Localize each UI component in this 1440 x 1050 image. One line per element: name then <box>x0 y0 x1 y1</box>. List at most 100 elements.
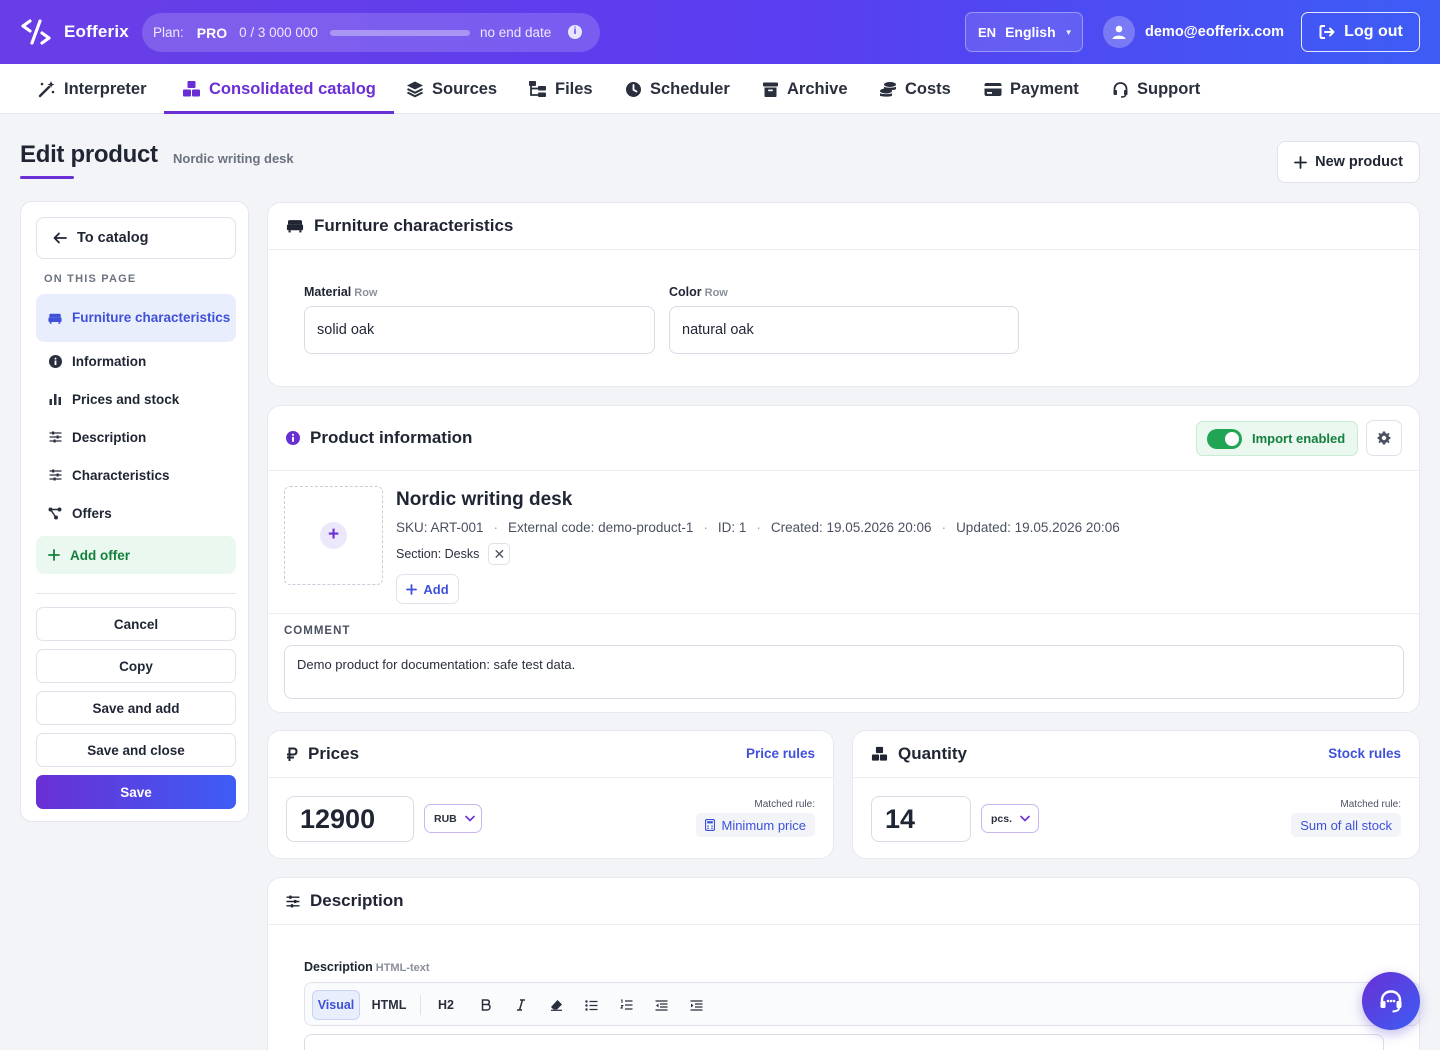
card-title: Prices <box>308 744 360 763</box>
add-offer-button[interactable]: Add offer <box>36 536 236 574</box>
info-icon[interactable]: i <box>568 25 582 39</box>
nav-item-files[interactable]: Files <box>528 64 593 114</box>
bold-button[interactable] <box>471 990 501 1020</box>
ruble-icon <box>286 747 298 762</box>
plan-usage-count: 0 / 3 000 000 <box>239 25 318 40</box>
product-updated: Updated: 19.05.2026 20:06 <box>956 520 1120 535</box>
matched-stock-rule[interactable]: Sum of all stock <box>1291 813 1401 837</box>
folder-tree-icon <box>528 80 547 98</box>
close-icon: ✕ <box>493 545 506 562</box>
sofa-icon <box>286 219 304 233</box>
plan-tier: PRO <box>196 24 228 41</box>
plan-usage-bar <box>329 29 470 36</box>
separator-dot: · <box>493 520 499 535</box>
currency-select[interactable]: RUB <box>424 804 482 833</box>
card-title: Product information <box>310 428 473 447</box>
to-catalog-label: To catalog <box>77 230 149 246</box>
save-and-add-button[interactable]: Save and add <box>36 691 236 725</box>
nav-item-sources[interactable]: Sources <box>406 64 497 114</box>
outdent-button[interactable] <box>646 990 676 1020</box>
sliders-icon <box>48 431 62 443</box>
section-label: Section: Desks <box>396 547 480 561</box>
sidebar-item-furniture-characteristics[interactable]: Furniture characteristics <box>36 294 236 342</box>
product-image-upload[interactable]: + <box>284 486 383 585</box>
indent-button[interactable] <box>681 990 711 1020</box>
toggle-switch[interactable] <box>1207 428 1242 449</box>
nav-item-scheduler[interactable]: Scheduler <box>625 64 730 114</box>
remove-section-button[interactable]: ✕ <box>488 543 511 565</box>
logout-button[interactable]: Log out <box>1301 12 1420 52</box>
sidebar-item-prices-and-stock[interactable]: Prices and stock <box>36 380 236 418</box>
nav-item-support[interactable]: Support <box>1112 64 1200 114</box>
comment-textarea[interactable]: Demo product for documentation: safe tes… <box>284 645 1404 699</box>
color-input[interactable]: natural oak <box>669 306 1019 354</box>
furniture-characteristics-card: Furniture characteristics Material Row so… <box>267 202 1420 387</box>
sidebar-item-information[interactable]: Information <box>36 342 236 380</box>
logout-icon <box>1318 23 1336 41</box>
new-product-label: New product <box>1315 154 1403 170</box>
support-chat-button[interactable] <box>1362 972 1420 1030</box>
language-selector[interactable]: EN English ▼ <box>965 12 1083 52</box>
gear-icon <box>1377 431 1391 445</box>
add-section-button[interactable]: Add <box>396 574 459 604</box>
on-this-page-heading: ON THIS PAGE <box>44 273 137 285</box>
sidebar-item-offers[interactable]: Offers <box>36 494 236 532</box>
separator-dot: · <box>703 520 708 535</box>
page-title: Edit product <box>20 141 158 168</box>
brand[interactable]: Eofferix <box>20 18 129 46</box>
main-nav: Interpreter Consolidated catalog Sources… <box>0 64 1440 114</box>
nav-item-costs[interactable]: Costs <box>879 64 951 114</box>
nav-label: Sources <box>432 79 498 98</box>
card-title: Furniture characteristics <box>314 216 514 235</box>
caret-down-icon: ▼ <box>1064 27 1073 37</box>
field-label-text: Color <box>669 285 702 299</box>
product-section: Section: Desks ✕ <box>396 543 511 565</box>
nav-item-payment[interactable]: Payment <box>984 64 1079 114</box>
user-email: demo@eofferix.com <box>1145 24 1285 40</box>
sidebar-item-description[interactable]: Description <box>36 418 236 456</box>
numbered-list-icon <box>619 999 633 1011</box>
field-label-text: Description <box>304 960 373 974</box>
new-product-button[interactable]: New product <box>1277 141 1420 183</box>
italic-button[interactable] <box>506 990 536 1020</box>
description-editor[interactable] <box>304 1034 1384 1050</box>
nav-item-interpreter[interactable]: Interpreter <box>38 64 147 114</box>
indent-icon <box>690 999 703 1011</box>
nav-item-consolidated-catalog[interactable]: Consolidated catalog <box>164 64 394 114</box>
user-menu[interactable]: demo@eofferix.com <box>1103 16 1284 48</box>
clear-format-button[interactable] <box>541 990 571 1020</box>
material-input[interactable]: solid oak <box>304 306 655 354</box>
coins-icon <box>879 81 897 98</box>
copy-button[interactable]: Copy <box>36 649 236 683</box>
plus-icon: + <box>320 522 347 549</box>
quantity-card: Quantity Stock rules 14 pcs. Matched rul… <box>852 730 1420 859</box>
cancel-button[interactable]: Cancel <box>36 607 236 641</box>
nav-item-archive[interactable]: Archive <box>762 64 848 114</box>
matched-price-rule[interactable]: Minimum price <box>696 813 815 837</box>
price-input[interactable]: 12900 <box>286 796 414 842</box>
product-meta: SKU: ART-001 · External code: demo-produ… <box>396 520 1120 535</box>
product-name: Nordic writing desk <box>396 489 573 510</box>
quantity-input[interactable]: 14 <box>871 796 971 842</box>
stock-rules-link[interactable]: Stock rules <box>1328 746 1401 761</box>
field-label-text: Material <box>304 285 352 299</box>
settings-button[interactable] <box>1366 420 1402 456</box>
import-toggle[interactable]: Import enabled <box>1196 421 1358 456</box>
language-code: EN <box>978 24 997 40</box>
bullet-list-button[interactable] <box>576 990 606 1020</box>
sidebar-item-characteristics[interactable]: Characteristics <box>36 456 236 494</box>
save-and-close-button[interactable]: Save and close <box>36 733 236 767</box>
sidebar-divider <box>36 593 236 594</box>
share-nodes-icon <box>48 507 62 520</box>
headset-icon <box>1112 81 1129 98</box>
visual-mode-button[interactable]: Visual <box>312 990 360 1020</box>
numbered-list-button[interactable] <box>611 990 641 1020</box>
avatar <box>1103 16 1135 48</box>
price-rules-link[interactable]: Price rules <box>746 746 815 761</box>
html-mode-button[interactable]: HTML <box>365 990 413 1020</box>
unit-select[interactable]: pcs. <box>981 804 1039 833</box>
save-button[interactable]: Save <box>36 775 236 809</box>
sidebar: To catalog ON THIS PAGE Furniture charac… <box>20 201 249 822</box>
heading-button[interactable]: H2 <box>431 990 461 1020</box>
to-catalog-button[interactable]: To catalog <box>36 217 236 259</box>
